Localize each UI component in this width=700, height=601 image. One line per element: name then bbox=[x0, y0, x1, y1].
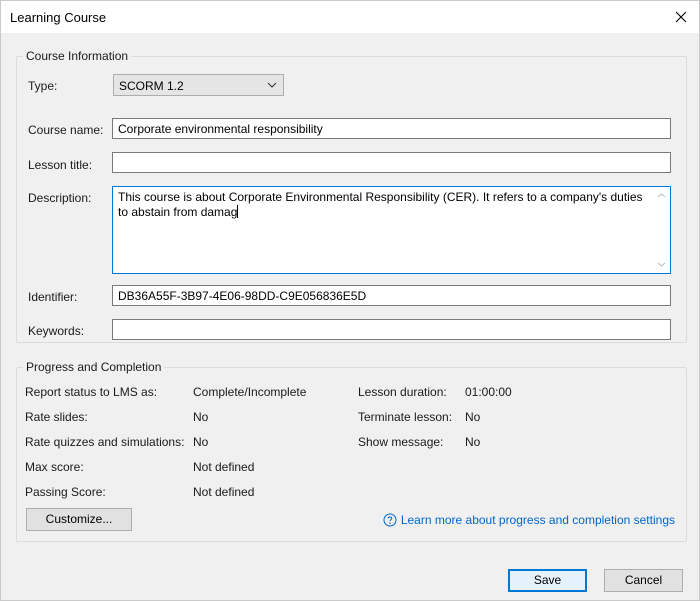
learning-course-dialog: Learning Course Course Information Type:… bbox=[0, 0, 700, 601]
dialog-body: Course Information Type: SCORM 1.2 Cours… bbox=[1, 33, 699, 600]
scroll-down-icon bbox=[657, 262, 666, 267]
description-field[interactable]: This course is about Corporate Environme… bbox=[112, 186, 671, 274]
terminate-lesson-value: No bbox=[465, 410, 481, 424]
customize-button[interactable]: Customize... bbox=[26, 508, 132, 531]
max-score-label: Max score: bbox=[25, 460, 84, 474]
course-name-value: Corporate environmental responsibility bbox=[118, 122, 323, 136]
rate-slides-label: Rate slides: bbox=[25, 410, 88, 424]
scroll-up-icon bbox=[657, 193, 666, 198]
passing-score-label: Passing Score: bbox=[25, 485, 106, 499]
chevron-down-icon bbox=[267, 82, 277, 88]
type-label: Type: bbox=[28, 79, 58, 93]
show-message-value: No bbox=[465, 435, 481, 449]
dialog-title: Learning Course bbox=[10, 10, 107, 25]
identifier-field[interactable]: DB36A55F-3B97-4E06-98DD-C9E056836E5D bbox=[112, 285, 671, 306]
passing-score-value: Not defined bbox=[193, 485, 255, 499]
type-select-value: SCORM 1.2 bbox=[119, 79, 184, 93]
keywords-field[interactable] bbox=[112, 319, 671, 340]
identifier-label: Identifier: bbox=[28, 290, 78, 304]
save-button[interactable]: Save bbox=[508, 569, 587, 592]
identifier-value: DB36A55F-3B97-4E06-98DD-C9E056836E5D bbox=[118, 289, 367, 303]
course-information-group: Course Information Type: SCORM 1.2 Cours… bbox=[16, 49, 687, 343]
keywords-label: Keywords: bbox=[28, 324, 85, 338]
type-select[interactable]: SCORM 1.2 bbox=[113, 74, 284, 96]
course-name-label: Course name: bbox=[28, 123, 104, 137]
description-label: Description: bbox=[28, 191, 92, 205]
title-bar: Learning Course bbox=[1, 1, 699, 33]
text-caret bbox=[237, 205, 239, 218]
description-value: This course is about Corporate Environme… bbox=[118, 190, 643, 219]
help-circle-icon bbox=[383, 513, 397, 527]
close-button[interactable] bbox=[663, 1, 699, 33]
rate-quizzes-label: Rate quizzes and simulations: bbox=[25, 435, 185, 449]
course-information-legend: Course Information bbox=[23, 49, 132, 63]
report-status-value: Complete/Incomplete bbox=[193, 385, 307, 399]
report-status-label: Report status to LMS as: bbox=[25, 385, 158, 399]
lesson-duration-value: 01:00:00 bbox=[465, 385, 512, 399]
rate-quizzes-value: No bbox=[193, 435, 209, 449]
learn-more-link[interactable]: Learn more about progress and completion… bbox=[383, 513, 675, 527]
max-score-value: Not defined bbox=[193, 460, 255, 474]
lesson-title-field[interactable] bbox=[112, 152, 671, 173]
course-name-field[interactable]: Corporate environmental responsibility bbox=[112, 118, 671, 139]
close-icon bbox=[675, 11, 687, 23]
show-message-label: Show message: bbox=[358, 435, 444, 449]
description-scrollbar[interactable] bbox=[653, 187, 670, 273]
progress-completion-legend: Progress and Completion bbox=[23, 360, 165, 374]
cancel-button[interactable]: Cancel bbox=[604, 569, 683, 592]
learn-more-text: Learn more about progress and completion… bbox=[400, 513, 675, 527]
lesson-title-label: Lesson title: bbox=[28, 158, 93, 172]
terminate-lesson-label: Terminate lesson: bbox=[358, 410, 453, 424]
rate-slides-value: No bbox=[193, 410, 209, 424]
progress-completion-group: Progress and Completion Report status to… bbox=[16, 360, 687, 542]
lesson-duration-label: Lesson duration: bbox=[358, 385, 447, 399]
